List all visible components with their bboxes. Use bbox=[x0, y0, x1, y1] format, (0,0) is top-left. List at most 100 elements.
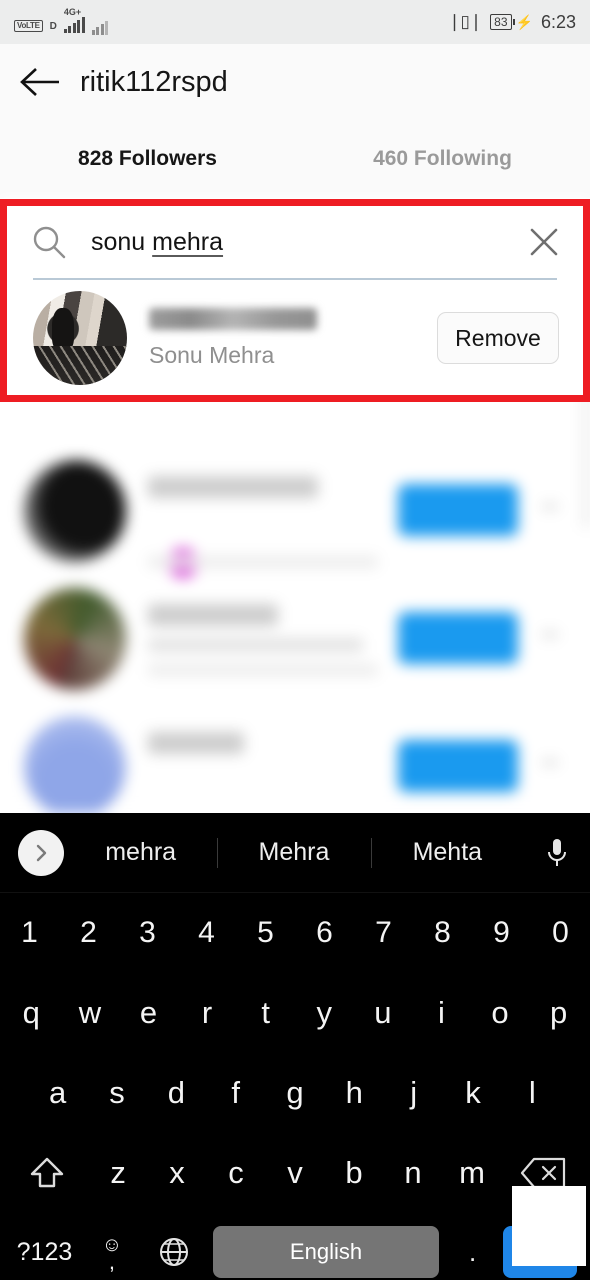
key-0[interactable]: 0 bbox=[531, 893, 590, 973]
avatar[interactable] bbox=[33, 291, 127, 385]
status-bar-left: VoLTE D 4G+ bbox=[14, 7, 109, 35]
keyboard-row-function: ?123 ☺ , English . bbox=[0, 1213, 590, 1280]
microphone-icon[interactable] bbox=[524, 836, 590, 870]
suggestion-items: mehra Mehra Mehta bbox=[64, 838, 524, 867]
key-u[interactable]: u bbox=[354, 973, 413, 1053]
key-o[interactable]: o bbox=[471, 973, 530, 1053]
key-n[interactable]: n bbox=[384, 1133, 443, 1213]
key-a[interactable]: a bbox=[28, 1053, 87, 1133]
shift-arrow-icon[interactable] bbox=[6, 1133, 89, 1213]
keyboard-row-numbers: 1 2 3 4 5 6 7 8 9 0 bbox=[0, 893, 590, 973]
suggestion-0[interactable]: mehra bbox=[64, 838, 217, 867]
battery-level-label: 83 bbox=[490, 14, 512, 30]
key-q[interactable]: q bbox=[2, 973, 61, 1053]
key-w[interactable]: w bbox=[61, 973, 120, 1053]
key-s[interactable]: s bbox=[87, 1053, 146, 1133]
remove-button[interactable]: Remove bbox=[437, 312, 559, 364]
enter-key-overlay bbox=[512, 1186, 586, 1266]
key-c[interactable]: c bbox=[207, 1133, 266, 1213]
follow-button[interactable] bbox=[398, 484, 518, 536]
key-j[interactable]: j bbox=[384, 1053, 443, 1133]
status-bar-right: ❘▯❘ 83 ⚡ 6:23 bbox=[447, 12, 576, 33]
period-key[interactable]: . bbox=[447, 1213, 498, 1280]
key-v[interactable]: v bbox=[266, 1133, 325, 1213]
tab-following[interactable]: 460 Following bbox=[295, 120, 590, 198]
more-options-icon[interactable] bbox=[542, 504, 558, 509]
app-header: ritik112rspd bbox=[0, 44, 590, 120]
key-4[interactable]: 4 bbox=[177, 893, 236, 973]
symbols-key[interactable]: ?123 bbox=[8, 1213, 81, 1280]
tab-followers[interactable]: 828 Followers bbox=[0, 120, 295, 198]
network-type-label: 4G+ bbox=[63, 7, 82, 17]
signal-strength-icon: 4G+ bbox=[63, 7, 85, 33]
key-5[interactable]: 5 bbox=[236, 893, 295, 973]
username-blurred bbox=[148, 604, 278, 626]
search-divider bbox=[33, 278, 557, 280]
key-p[interactable]: p bbox=[529, 973, 588, 1053]
key-1[interactable]: 1 bbox=[0, 893, 59, 973]
username-blurred bbox=[149, 307, 317, 330]
emoji-comma-key[interactable]: ☺ , bbox=[81, 1213, 143, 1280]
avatar bbox=[24, 460, 126, 562]
key-8[interactable]: 8 bbox=[413, 893, 472, 973]
signal-bars-sim1 bbox=[63, 17, 85, 33]
list-item[interactable] bbox=[0, 576, 590, 704]
search-result-row[interactable]: Sonu Mehra Remove bbox=[7, 282, 583, 394]
space-key[interactable]: English bbox=[212, 1226, 440, 1278]
subtitle2-blurred bbox=[148, 664, 378, 676]
keyboard-row-home: a s d f g h j k l bbox=[0, 1053, 590, 1133]
username-blurred bbox=[148, 476, 318, 498]
search-text-plain: sonu bbox=[91, 227, 153, 256]
back-arrow-icon[interactable] bbox=[0, 65, 80, 99]
key-b[interactable]: b bbox=[325, 1133, 384, 1213]
key-9[interactable]: 9 bbox=[472, 893, 531, 973]
subtitle-blurred bbox=[148, 556, 378, 568]
globe-language-icon[interactable] bbox=[143, 1213, 205, 1280]
subtitle-blurred bbox=[148, 638, 363, 652]
key-z[interactable]: z bbox=[89, 1133, 148, 1213]
username-blurred bbox=[148, 732, 244, 754]
charging-bolt-icon: ⚡ bbox=[515, 13, 533, 30]
clock-label: 6:23 bbox=[540, 11, 576, 32]
key-g[interactable]: g bbox=[265, 1053, 324, 1133]
keyboard-row-bottom-letters: z x c v b n m bbox=[0, 1133, 590, 1213]
list-item[interactable] bbox=[0, 704, 590, 813]
result-texts: Sonu Mehra bbox=[149, 307, 437, 369]
suggestion-bar: mehra Mehra Mehta bbox=[0, 813, 590, 893]
suggestion-1[interactable]: Mehra bbox=[217, 838, 370, 867]
search-bar[interactable]: sonu mehra bbox=[7, 206, 583, 278]
comma-label: , bbox=[108, 1249, 115, 1274]
search-icon bbox=[7, 223, 91, 261]
list-item[interactable] bbox=[0, 448, 590, 578]
suggestion-2[interactable]: Mehta bbox=[371, 838, 524, 867]
key-m[interactable]: m bbox=[442, 1133, 501, 1213]
key-x[interactable]: x bbox=[148, 1133, 207, 1213]
key-6[interactable]: 6 bbox=[295, 893, 354, 973]
key-7[interactable]: 7 bbox=[354, 893, 413, 973]
key-r[interactable]: r bbox=[178, 973, 237, 1053]
chevron-right-icon[interactable] bbox=[18, 829, 64, 876]
tab-bar: 828 Followers 460 Following bbox=[0, 120, 590, 198]
key-2[interactable]: 2 bbox=[59, 893, 118, 973]
key-f[interactable]: f bbox=[206, 1053, 265, 1133]
key-3[interactable]: 3 bbox=[118, 893, 177, 973]
key-h[interactable]: h bbox=[325, 1053, 384, 1133]
follow-button[interactable] bbox=[398, 740, 518, 792]
data-indicator-icon: D bbox=[49, 21, 57, 32]
search-text-spellcheck: mehra bbox=[152, 227, 224, 256]
key-t[interactable]: t bbox=[236, 973, 295, 1053]
key-d[interactable]: d bbox=[147, 1053, 206, 1133]
key-y[interactable]: y bbox=[295, 973, 354, 1053]
close-icon[interactable] bbox=[505, 225, 583, 259]
search-input[interactable]: sonu mehra bbox=[91, 228, 505, 257]
key-i[interactable]: i bbox=[412, 973, 471, 1053]
more-options-icon[interactable] bbox=[542, 760, 558, 765]
key-e[interactable]: e bbox=[119, 973, 178, 1053]
vibrate-icon: ❘▯❘ bbox=[447, 12, 483, 31]
battery-icon: 83 ⚡ bbox=[490, 14, 533, 31]
highlight-box: sonu mehra Sonu Mehra Remove bbox=[0, 199, 590, 402]
follow-button[interactable] bbox=[398, 612, 518, 664]
key-k[interactable]: k bbox=[443, 1053, 502, 1133]
key-l[interactable]: l bbox=[503, 1053, 562, 1133]
more-options-icon[interactable] bbox=[542, 632, 558, 637]
